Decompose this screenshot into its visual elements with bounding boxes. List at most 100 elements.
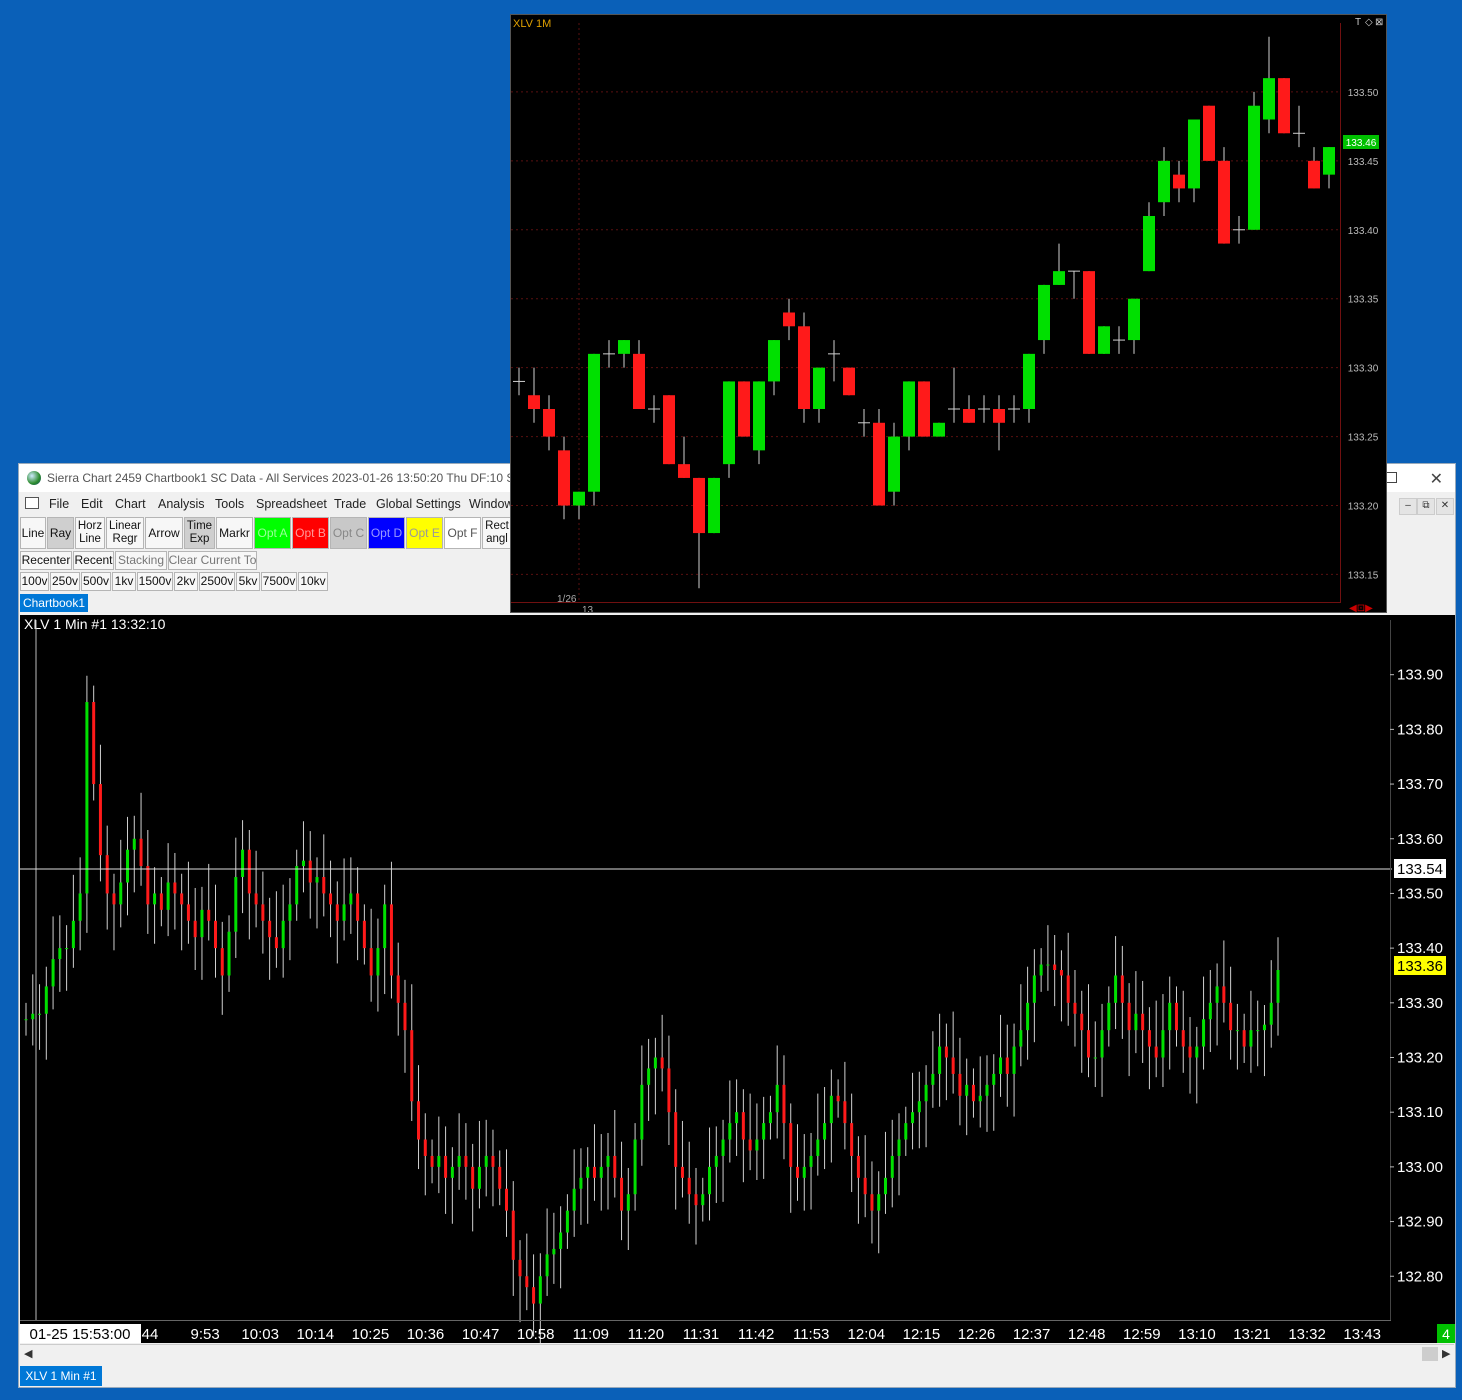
tool-horz-line-button[interactable]: Horz Line [75, 517, 105, 549]
price-bar-body [1154, 1046, 1158, 1058]
menu-spreadsheet[interactable]: Spreadsheet [256, 497, 327, 511]
vol-2kv-button[interactable]: 2kv [174, 572, 198, 591]
price-bar-body [572, 1188, 576, 1211]
float-candle-body [1083, 271, 1095, 354]
menu-file[interactable]: File [49, 497, 69, 511]
scroll-thumb[interactable] [1422, 1347, 1438, 1361]
mdi-minimize-button[interactable]: – [1399, 498, 1417, 515]
float-time-label: 13 [582, 605, 594, 612]
price-bar-body [464, 1155, 468, 1167]
recent-button[interactable]: Recent [73, 551, 114, 570]
float-candle-body [1218, 160, 1230, 244]
time-tick-label: 10:47 [462, 1326, 500, 1343]
vol-7500v-button[interactable]: 7500v [261, 572, 297, 591]
float-scroll-arrows-icon[interactable]: ◀⊡▶ [1349, 603, 1373, 614]
float-candle-body [543, 409, 555, 437]
price-bar-body [437, 1155, 441, 1167]
menu-chart[interactable]: Chart [115, 497, 146, 511]
price-bar-body [802, 1166, 806, 1178]
price-bar-body [1073, 1002, 1077, 1014]
float-candle-body [678, 464, 690, 478]
mdi-close-button[interactable]: ✕ [1436, 498, 1454, 515]
tool-opt-a-button[interactable]: Opt A [254, 517, 291, 549]
vol-5kv-button[interactable]: 5kv [236, 572, 260, 591]
tool-rectangle-button[interactable]: Rect angl [482, 517, 512, 549]
time-scale[interactable]: 44 9:53 10:03 10:14 10:25 10:36 10:47 10:58 11:0… [142, 1326, 1381, 1343]
document-icon[interactable] [25, 497, 39, 509]
clear-current-to-button[interactable]: Clear Current To [168, 551, 257, 570]
close-icon[interactable]: ✕ [1430, 469, 1443, 489]
tool-opt-b-button[interactable]: Opt B [292, 517, 329, 549]
floating-chart-window[interactable]: 133.50 133.45 133.40 133.35 133.30 133.25 133.… [510, 14, 1387, 616]
price-scale[interactable]: 133.90133.80133.70133.60133.50133.40133.… [1390, 667, 1443, 1286]
price-bar-body [606, 1155, 610, 1167]
float-close-icon[interactable]: ⊠ [1375, 17, 1383, 28]
price-bar-body [1262, 1024, 1266, 1031]
tool-opt-c-button[interactable]: Opt C [330, 517, 367, 549]
price-bar-body [620, 1177, 624, 1211]
menu-analysis[interactable]: Analysis [158, 497, 205, 511]
price-bar-body [38, 1013, 42, 1015]
scroll-right-icon[interactable]: ▶ [1442, 1347, 1450, 1360]
price-bar-body [322, 877, 326, 894]
price-bar-body [369, 948, 373, 976]
price-bar-body [829, 1095, 833, 1124]
tool-ray-button[interactable]: Ray [47, 517, 74, 549]
vol-1kv-button[interactable]: 1kv [112, 572, 136, 591]
price-bar-body [897, 1139, 901, 1156]
menu-window[interactable]: Window [469, 497, 513, 511]
price-bar-body [680, 1166, 684, 1178]
float-candle-body [1278, 78, 1290, 134]
price-bar-body [870, 1194, 874, 1211]
price-bar-body [349, 893, 353, 905]
menu-tools[interactable]: Tools [215, 497, 244, 511]
vol-10kv-button[interactable]: 10kv [298, 572, 328, 591]
price-bar-body [274, 937, 278, 949]
horizontal-scrollbar[interactable]: ◀ ▶ [20, 1344, 1454, 1364]
menu-global-settings[interactable]: Global Settings [376, 497, 461, 511]
price-bar-body [342, 904, 346, 921]
time-tick-label: 12:37 [1013, 1326, 1051, 1343]
float-candle-body [663, 395, 675, 465]
vol-100v-button[interactable]: 100v [20, 572, 49, 591]
price-bar-body [653, 1057, 657, 1069]
float-pin-icon[interactable]: T [1355, 17, 1361, 28]
price-tick-label: 132.80 [1397, 1268, 1443, 1285]
price-bar-body [329, 893, 333, 905]
mdi-restore-button[interactable]: ⧉ [1417, 498, 1435, 515]
price-bar-body [768, 1112, 772, 1124]
scroll-left-icon[interactable]: ◀ [24, 1347, 32, 1360]
tool-opt-f-button[interactable]: Opt F [444, 517, 481, 549]
tool-arrow-button[interactable]: Arrow [145, 517, 183, 549]
chartbook-tab[interactable]: Chartbook1 [20, 594, 88, 612]
tool-line-button[interactable]: Line [20, 517, 46, 549]
recenter-button[interactable]: Recenter [20, 551, 72, 570]
price-bar-body [450, 1166, 454, 1178]
price-bar-body [146, 866, 150, 905]
tool-marker-button[interactable]: Markr [216, 517, 253, 549]
float-current-price: 133.46 [1346, 138, 1377, 149]
vol-2500v-button[interactable]: 2500v [199, 572, 235, 591]
price-bar-body [498, 1166, 502, 1189]
maximize-icon[interactable] [1386, 472, 1397, 483]
tool-opt-e-button[interactable]: Opt E [406, 517, 443, 549]
float-diamond-icon[interactable]: ◇ [1365, 17, 1373, 28]
tool-linear-regr-button[interactable]: Linear Regr [106, 517, 144, 549]
vol-500v-button[interactable]: 500v [81, 572, 111, 591]
menu-trade[interactable]: Trade [334, 497, 366, 511]
price-bar-body [1032, 975, 1036, 1003]
float-candle-body [1038, 284, 1050, 341]
price-tick-label: 133.70 [1397, 776, 1443, 793]
tool-opt-d-button[interactable]: Opt D [368, 517, 405, 549]
main-chart[interactable]: XLV 1 Min #1 13:32:10 133.90 133.80 133.70… [20, 615, 1455, 1347]
stacking-button[interactable]: Stacking [115, 551, 167, 570]
vol-1500v-button[interactable]: 1500v [137, 572, 173, 591]
vol-250v-button[interactable]: 250v [50, 572, 80, 591]
tool-time-exp-button[interactable]: Time Exp [184, 517, 215, 549]
price-bar-body [444, 1155, 448, 1178]
chart-status-tab[interactable]: XLV 1 Min #1 [20, 1366, 102, 1386]
time-tick-label: 10:25 [352, 1326, 390, 1343]
price-bar-body [708, 1166, 712, 1195]
menu-edit[interactable]: Edit [81, 497, 103, 511]
price-bar-body [985, 1084, 989, 1096]
